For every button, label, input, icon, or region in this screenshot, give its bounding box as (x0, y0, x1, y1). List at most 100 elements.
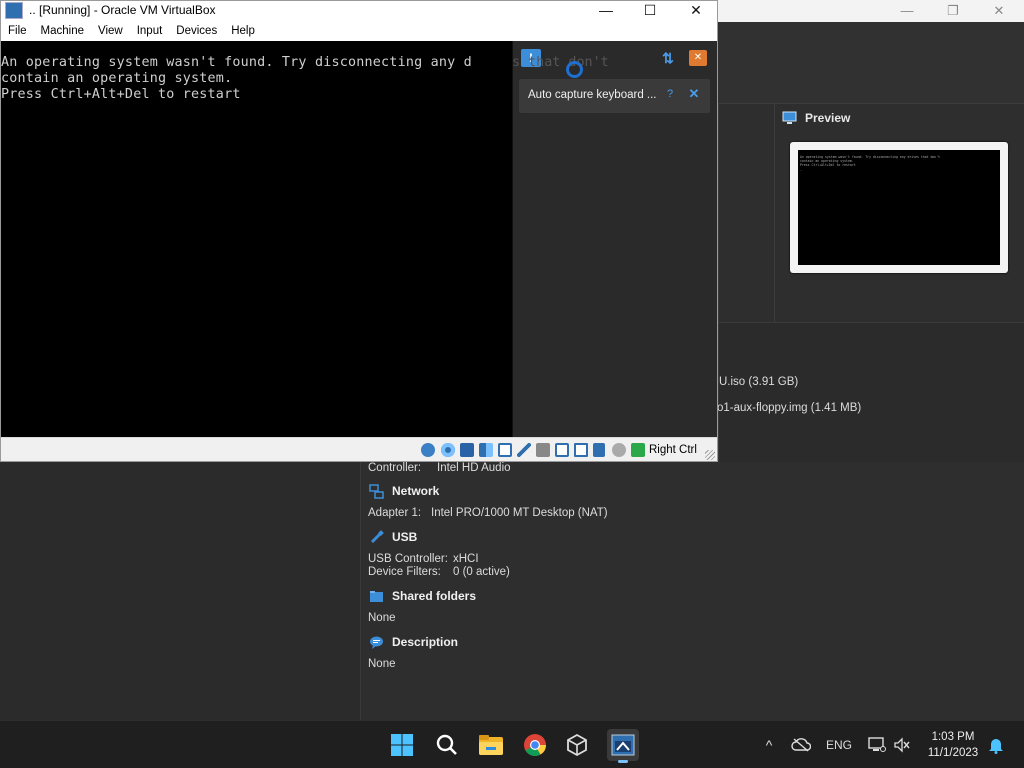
usb-section-header[interactable]: USB (369, 528, 417, 546)
clock-time: 1:03 PM (931, 731, 975, 743)
menu-devices[interactable]: Devices (169, 21, 224, 41)
keyboard-icon[interactable] (631, 443, 645, 457)
display-icon[interactable] (555, 443, 569, 457)
network-status-icon (868, 737, 886, 752)
usb-controller-row: USB Controller: xHCI (368, 553, 479, 565)
vm-minimize-button[interactable]: — (583, 1, 629, 21)
speech-bubble-icon (370, 636, 383, 649)
hard-disk-icon[interactable] (421, 443, 435, 457)
usb-filters-row: Device Filters: 0 (0 active) (368, 566, 510, 578)
vm-window: .. [Running] - Oracle VM VirtualBox — ☐ … (0, 0, 718, 462)
clock[interactable]: 1:03 PM 11/1/2023 (918, 729, 988, 761)
network-section-header[interactable]: Network (369, 482, 439, 500)
floppy-icon[interactable] (460, 443, 474, 457)
resize-grip[interactable] (705, 450, 715, 460)
audio-controller-value: Intel HD Audio (437, 462, 511, 474)
storage-floppy-value: o1-aux-floppy.img (1.41 MB) (717, 402, 862, 414)
folder-icon (479, 735, 503, 755)
menu-help[interactable]: Help (224, 21, 262, 41)
start-button[interactable] (386, 729, 418, 761)
vm-titlebar[interactable]: .. [Running] - Oracle VM VirtualBox — ☐ … (1, 1, 717, 21)
storage-section (718, 322, 1024, 462)
preview-screen: An operating system wasn't found. Try di… (798, 150, 1000, 265)
shared-folders-value: None (368, 612, 396, 624)
virtualbox-app-icon (5, 2, 23, 19)
vm-menubar: File Machine View Input Devices Help (1, 21, 717, 41)
file-explorer-button[interactable] (475, 729, 507, 761)
vm-statusbar: Right Ctrl (1, 437, 717, 461)
clear-all-icon[interactable]: ✕ (689, 50, 707, 66)
manager-minimize-button[interactable]: — (884, 2, 930, 20)
chrome-button[interactable] (519, 729, 551, 761)
manager-toolbar (718, 22, 1024, 104)
host-key-label[interactable]: Right Ctrl (649, 444, 697, 456)
usb-controller-value: xHCI (453, 553, 479, 565)
active-app-indicator (618, 760, 628, 763)
console-line: An operating system wasn't found. Try di… (1, 55, 472, 70)
tray-network-button[interactable] (866, 735, 888, 755)
volume-muted-icon (894, 737, 910, 753)
description-section-title: Description (392, 635, 459, 649)
recording-icon[interactable] (574, 443, 588, 457)
shared-folders-section-title: Shared folders (392, 589, 477, 603)
notification-text: Auto capture keyboard ... (528, 89, 657, 101)
busy-cursor-icon (566, 61, 583, 78)
network-icon (369, 483, 384, 499)
optical-drive-icon[interactable] (441, 443, 455, 457)
audio-controller-label: Controller: (368, 462, 422, 474)
preview-header: Preview (782, 110, 850, 125)
details-pane: Controller: Intel HD Audio Network Adapt… (361, 462, 1024, 720)
usb-controller-label: USB Controller: (368, 553, 448, 565)
shared-folders-icon[interactable] (536, 443, 550, 457)
network-icon[interactable] (498, 443, 512, 457)
notifications-button[interactable] (986, 735, 1006, 755)
preview-thumbnail: An operating system wasn't found. Try di… (790, 142, 1008, 273)
virtualbox-button[interactable] (561, 729, 593, 761)
description-value: None (368, 658, 396, 670)
search-button[interactable] (431, 729, 463, 761)
vm-display[interactable]: An operating system wasn't found. Try di… (1, 41, 512, 437)
manager-close-button[interactable]: ✕ (976, 2, 1022, 20)
audio-icon[interactable] (479, 443, 493, 457)
search-icon (436, 734, 457, 755)
notification-center: ! ⇅ ✕ Auto capture keyboard ... ? ✕ (512, 41, 717, 437)
vm-window-title: .. [Running] - Oracle VM VirtualBox (29, 3, 216, 17)
shared-folders-section-header[interactable]: Shared folders (369, 587, 476, 605)
preview-title: Preview (805, 110, 851, 125)
cpu-icon[interactable] (593, 443, 605, 457)
folder-icon (370, 590, 383, 602)
language-indicator[interactable]: ENG (824, 735, 854, 755)
network-adapter-row: Adapter 1: Intel PRO/1000 MT Desktop (NA… (368, 507, 608, 519)
description-section-header[interactable]: Description (369, 633, 458, 651)
notification-item[interactable]: Auto capture keyboard ... ? ✕ (519, 79, 710, 113)
tray-overflow-chevron[interactable]: ^ (760, 735, 778, 755)
help-icon[interactable]: ? (663, 88, 677, 102)
network-section-title: Network (392, 484, 440, 498)
pane-divider (774, 104, 775, 322)
console-line: contain an operating system. (1, 71, 233, 86)
vm-close-button[interactable]: ✕ (673, 1, 719, 21)
virtualbox-vm-button[interactable] (607, 729, 639, 763)
usb-icon[interactable] (517, 443, 531, 457)
tray-volume-button[interactable] (892, 735, 912, 755)
windows-logo-icon (391, 734, 413, 756)
usb-icon (370, 529, 384, 543)
menu-view[interactable]: View (91, 21, 130, 41)
monitor-icon (782, 111, 797, 124)
taskbar: ^ ENG 1:03 PM 11/1/2023 (0, 720, 1024, 768)
sort-icon[interactable]: ⇅ (659, 50, 677, 66)
console-line-overflow: s that don't (512, 55, 609, 70)
vm-maximize-button[interactable]: ☐ (627, 1, 673, 21)
vm-list-pane (0, 462, 361, 720)
network-adapter-label: Adapter 1: (368, 507, 422, 519)
cloud-offline-icon (791, 738, 811, 752)
console-line: Press Ctrl+Alt+Del to restart (1, 87, 241, 102)
menu-input[interactable]: Input (130, 21, 170, 41)
tray-cloud-button[interactable] (790, 735, 812, 755)
close-notification-icon[interactable]: ✕ (687, 87, 701, 101)
mouse-integration-icon[interactable] (612, 443, 626, 457)
virtualbox-icon (567, 733, 587, 757)
manager-maximize-button[interactable]: ❐ (930, 2, 976, 20)
menu-file[interactable]: File (1, 21, 34, 41)
menu-machine[interactable]: Machine (34, 21, 91, 41)
